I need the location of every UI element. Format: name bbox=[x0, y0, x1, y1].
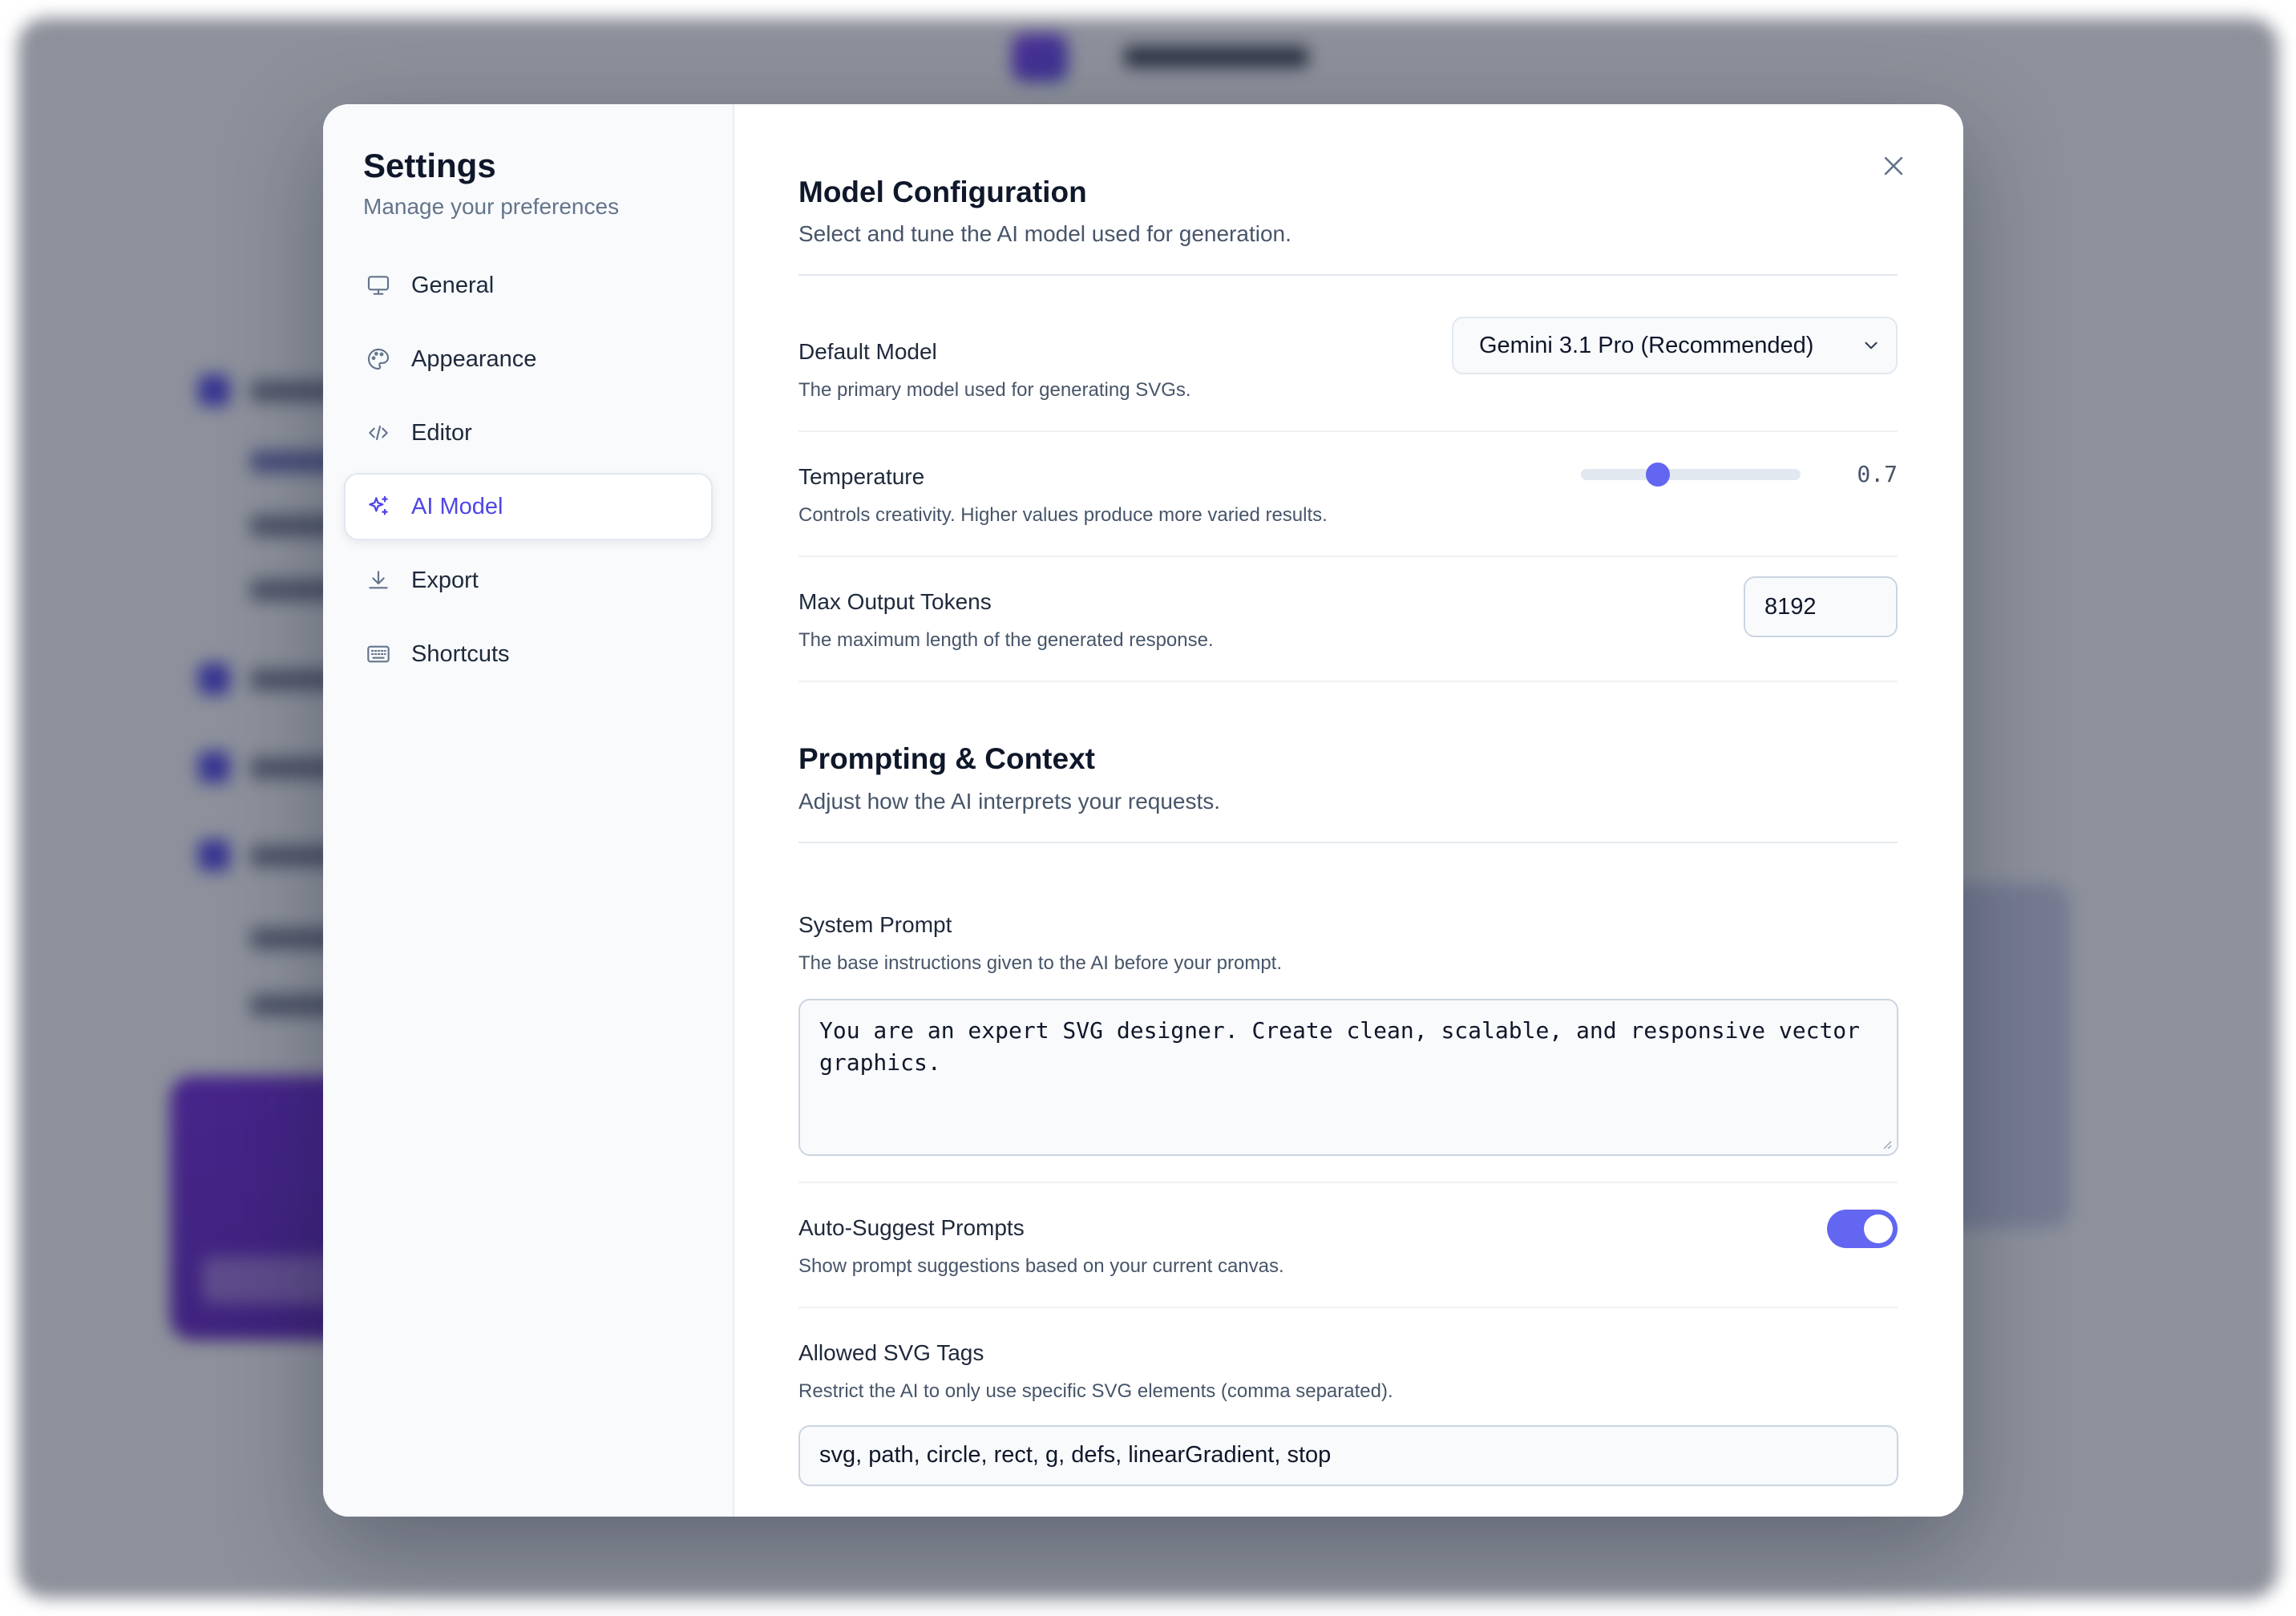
temperature-slider[interactable] bbox=[1581, 462, 1801, 487]
sidebar-item-ai-model[interactable]: AI Model bbox=[344, 473, 713, 541]
sidebar-item-appearance[interactable]: Appearance bbox=[344, 325, 713, 393]
max-tokens-label: Max Output Tokens bbox=[798, 589, 992, 615]
sidebar-item-label: AI Model bbox=[411, 493, 503, 519]
allowed-tags-help: Restrict the AI to only use specific SVG… bbox=[798, 1380, 1393, 1402]
system-prompt-help: The base instructions given to the AI be… bbox=[798, 951, 1282, 974]
temperature-control: 0.7 bbox=[1581, 461, 1898, 487]
sidebar-item-label: Appearance bbox=[411, 345, 537, 372]
settings-title: Settings bbox=[363, 147, 496, 184]
palette-icon bbox=[365, 345, 392, 373]
max-tokens-row: Max Output Tokens The maximum length of … bbox=[798, 557, 1898, 683]
sparkles-icon bbox=[365, 493, 392, 520]
settings-sidebar: Settings Manage your preferences General… bbox=[323, 104, 734, 1517]
sidebar-item-label: Export bbox=[411, 567, 479, 593]
temperature-slider-thumb[interactable] bbox=[1646, 462, 1671, 487]
auto-suggest-help: Show prompt suggestions based on your cu… bbox=[798, 1254, 1284, 1277]
allowed-tags-label: Allowed SVG Tags bbox=[798, 1339, 984, 1365]
model-configuration-section: Model Configuration Select and tune the … bbox=[798, 175, 1898, 683]
allowed-tags-row: Allowed SVG Tags Restrict the AI to only… bbox=[798, 1308, 1898, 1486]
sidebar-item-label: General bbox=[411, 272, 495, 298]
temperature-value: 0.7 bbox=[1857, 461, 1898, 488]
settings-nav: General Appearance Editor AI Model Expor… bbox=[344, 252, 713, 688]
sidebar-item-label: Shortcuts bbox=[411, 640, 510, 667]
system-prompt-textarea[interactable]: You are an expert SVG designer. Create c… bbox=[798, 998, 1898, 1156]
settings-subtitle: Manage your preferences bbox=[363, 194, 620, 220]
auto-suggest-text: Auto-Suggest Prompts Show prompt suggest… bbox=[798, 1215, 1284, 1278]
temperature-row: Temperature Controls creativity. Higher … bbox=[798, 432, 1898, 558]
sidebar-item-shortcuts[interactable]: Shortcuts bbox=[344, 620, 713, 688]
auto-suggest-toggle[interactable] bbox=[1827, 1209, 1898, 1248]
auto-suggest-row: Auto-Suggest Prompts Show prompt suggest… bbox=[798, 1183, 1898, 1308]
default-model-label: Default Model bbox=[798, 339, 937, 365]
sidebar-item-editor[interactable]: Editor bbox=[344, 399, 713, 467]
allowed-tags-input[interactable]: svg, path, circle, rect, g, defs, linear… bbox=[798, 1424, 1898, 1486]
close-icon bbox=[1884, 156, 1903, 176]
section-title: Model Configuration bbox=[798, 176, 1087, 208]
toggle-knob bbox=[1864, 1214, 1893, 1243]
system-prompt-value: You are an expert SVG designer. Create c… bbox=[819, 1016, 1861, 1076]
settings-content: Model Configuration Select and tune the … bbox=[734, 104, 1963, 1517]
resize-grip-icon[interactable] bbox=[1881, 1138, 1892, 1149]
max-tokens-text: Max Output Tokens The maximum length of … bbox=[798, 589, 1214, 652]
monitor-icon bbox=[365, 272, 392, 299]
section-header: Prompting & Context Adjust how the AI in… bbox=[798, 741, 1898, 843]
keyboard-icon bbox=[365, 640, 392, 668]
default-model-help: The primary model used for generating SV… bbox=[798, 379, 1191, 402]
sidebar-item-general[interactable]: General bbox=[344, 252, 713, 319]
system-prompt-row: System Prompt The base instructions give… bbox=[798, 843, 1898, 1183]
section-title: Prompting & Context bbox=[798, 742, 1095, 776]
default-model-text: Default Model The primary model used for… bbox=[798, 339, 1191, 402]
temperature-help: Controls creativity. Higher values produ… bbox=[798, 504, 1328, 527]
close-button[interactable] bbox=[1872, 144, 1915, 188]
system-prompt-label: System Prompt bbox=[798, 911, 952, 937]
max-tokens-input[interactable]: 8192 bbox=[1744, 576, 1898, 638]
chevron-down-icon bbox=[1865, 342, 1878, 349]
prompting-section: Prompting & Context Adjust how the AI in… bbox=[798, 741, 1898, 1486]
section-header: Model Configuration Select and tune the … bbox=[798, 175, 1898, 277]
sidebar-item-export[interactable]: Export bbox=[344, 547, 713, 614]
temperature-label: Temperature bbox=[798, 464, 925, 490]
section-description: Adjust how the AI interprets your reques… bbox=[798, 788, 1221, 814]
default-model-select[interactable]: Gemini 3.1 Pro (Recommended) bbox=[1452, 317, 1898, 375]
download-icon bbox=[365, 567, 392, 594]
settings-modal: Settings Manage your preferences General… bbox=[323, 104, 1963, 1517]
temperature-text: Temperature Controls creativity. Higher … bbox=[798, 464, 1328, 527]
default-model-row: Default Model The primary model used for… bbox=[798, 276, 1898, 433]
max-tokens-help: The maximum length of the generated resp… bbox=[798, 629, 1214, 652]
sidebar-item-label: Editor bbox=[411, 419, 472, 446]
section-description: Select and tune the AI model used for ge… bbox=[798, 221, 1292, 247]
auto-suggest-label: Auto-Suggest Prompts bbox=[798, 1214, 1025, 1240]
code-icon bbox=[365, 419, 392, 446]
default-model-value: Gemini 3.1 Pro (Recommended) bbox=[1479, 332, 1814, 358]
